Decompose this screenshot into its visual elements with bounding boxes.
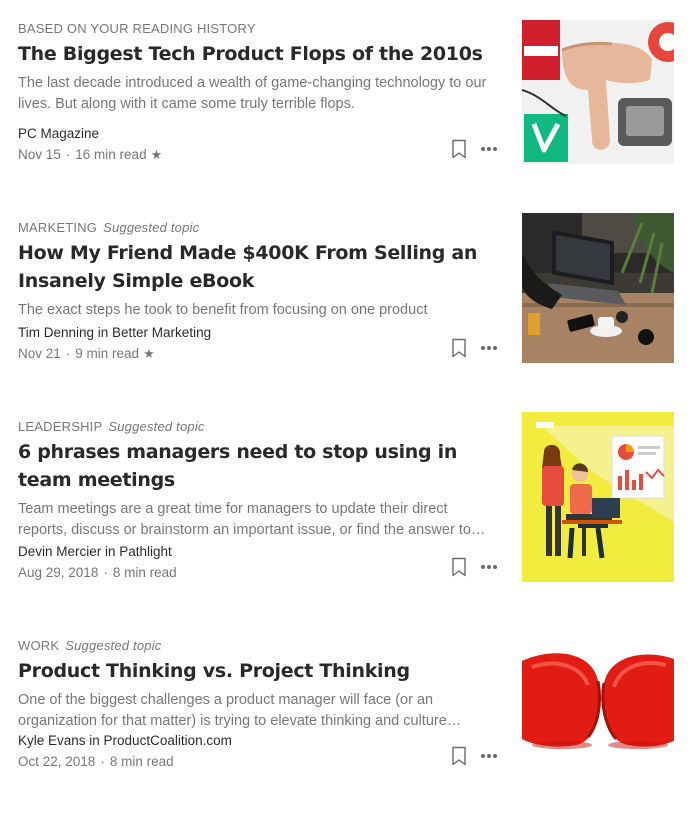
- bookmark-icon[interactable]: [450, 746, 468, 766]
- article-actions: [450, 137, 498, 161]
- article-meta: Kyle Evans in ProductCoalition.com Oct 2…: [18, 731, 498, 772]
- article-title[interactable]: Product Thinking vs. Project Thinking: [18, 657, 498, 685]
- article-title[interactable]: How My Friend Made $400K From Selling an…: [18, 239, 498, 295]
- article-title[interactable]: The Biggest Tech Product Flops of the 20…: [18, 40, 498, 68]
- article-topic[interactable]: MARKETING: [18, 220, 97, 235]
- article-subtitle[interactable]: One of the biggest challenges a product …: [18, 690, 498, 732]
- bookmark-icon[interactable]: [450, 338, 468, 358]
- article-subtitle[interactable]: The exact steps he took to benefit from …: [18, 300, 498, 321]
- article-topic[interactable]: BASED ON YOUR READING HISTORY: [18, 21, 256, 36]
- article-title[interactable]: 6 phrases managers need to stop using in…: [18, 438, 498, 494]
- article-card[interactable]: LEADERSHIP Suggested topic 6 phrases mana…: [18, 412, 678, 637]
- article-date-line: Nov 15 · 16 min read ★: [18, 145, 498, 165]
- article-thumbnail[interactable]: [522, 20, 674, 164]
- article-thumbnail[interactable]: [522, 213, 674, 363]
- article-author[interactable]: Devin Mercier in Pathlight: [18, 542, 498, 562]
- article-read-time: 8 min read: [112, 565, 177, 580]
- article-topic[interactable]: LEADERSHIP: [18, 419, 102, 434]
- more-icon[interactable]: [480, 146, 498, 152]
- article-read-time: 16 min read: [75, 147, 147, 162]
- article-card[interactable]: WORK Suggested topic Product Thinking vs.…: [18, 627, 678, 836]
- separator-dot: ·: [100, 754, 105, 769]
- article-text: MARKETING Suggested topic How My Friend M…: [18, 219, 498, 321]
- more-icon[interactable]: [480, 753, 498, 759]
- article-topic-line: MARKETING Suggested topic: [18, 219, 498, 237]
- article-actions: [450, 336, 498, 360]
- article-meta: PC Magazine Nov 15 · 16 min read ★: [18, 124, 498, 165]
- article-thumbnail[interactable]: [522, 412, 674, 582]
- article-author[interactable]: PC Magazine: [18, 124, 498, 144]
- article-text: WORK Suggested topic Product Thinking vs.…: [18, 637, 498, 732]
- article-date: Oct 22, 2018: [18, 754, 96, 769]
- suggested-topic-label: Suggested topic: [108, 419, 205, 434]
- article-card[interactable]: MARKETING Suggested topic How My Friend M…: [18, 213, 678, 418]
- article-date: Aug 29, 2018: [18, 565, 99, 580]
- article-thumbnail[interactable]: [522, 627, 674, 777]
- article-text: BASED ON YOUR READING HISTORY The Bigges…: [18, 20, 498, 115]
- separator-dot: ·: [103, 565, 108, 580]
- article-topic-line: BASED ON YOUR READING HISTORY: [18, 20, 498, 38]
- bookmark-icon[interactable]: [450, 139, 468, 159]
- article-meta: Tim Denning in Better Marketing Nov 21 · 9…: [18, 323, 498, 364]
- bookmark-icon[interactable]: [450, 557, 468, 577]
- article-subtitle[interactable]: Team meetings are a great time for manag…: [18, 499, 498, 541]
- team-meeting-illustration: [522, 412, 674, 582]
- more-icon[interactable]: [480, 345, 498, 351]
- thumbs-down-gadgets-image: [522, 20, 674, 164]
- article-date-line: Oct 22, 2018 · 8 min read: [18, 752, 498, 772]
- article-topic[interactable]: WORK: [18, 638, 59, 653]
- article-read-time: 9 min read: [75, 346, 140, 361]
- article-text: LEADERSHIP Suggested topic 6 phrases mana…: [18, 418, 498, 541]
- article-meta: Devin Mercier in Pathlight Aug 29, 2018 ·…: [18, 542, 498, 583]
- article-date-line: Aug 29, 2018 · 8 min read: [18, 563, 498, 583]
- suggested-topic-label: Suggested topic: [103, 220, 200, 235]
- article-date-line: Nov 21 · 9 min read ★: [18, 344, 498, 364]
- member-star-icon: ★: [143, 346, 155, 361]
- more-icon[interactable]: [480, 564, 498, 570]
- separator-dot: ·: [65, 147, 71, 162]
- article-read-time: 8 min read: [109, 754, 174, 769]
- separator-dot: ·: [65, 346, 71, 361]
- article-author[interactable]: Kyle Evans in ProductCoalition.com: [18, 731, 498, 751]
- article-feed: BASED ON YOUR READING HISTORY The Bigges…: [18, 20, 678, 836]
- suggested-topic-label: Suggested topic: [65, 638, 162, 653]
- article-actions: [450, 744, 498, 768]
- article-topic-line: LEADERSHIP Suggested topic: [18, 418, 498, 436]
- boxing-gloves-image: [522, 627, 674, 777]
- member-star-icon: ★: [150, 147, 163, 162]
- article-author[interactable]: Tim Denning in Better Marketing: [18, 323, 498, 343]
- article-subtitle[interactable]: The last decade introduced a wealth of g…: [18, 73, 498, 115]
- article-topic-line: WORK Suggested topic: [18, 637, 498, 655]
- article-date: Nov 21: [18, 346, 61, 361]
- article-card[interactable]: BASED ON YOUR READING HISTORY The Bigges…: [18, 20, 678, 219]
- laptop-cafe-image: [522, 213, 674, 363]
- article-date: Nov 15: [18, 147, 61, 162]
- article-actions: [450, 555, 498, 579]
